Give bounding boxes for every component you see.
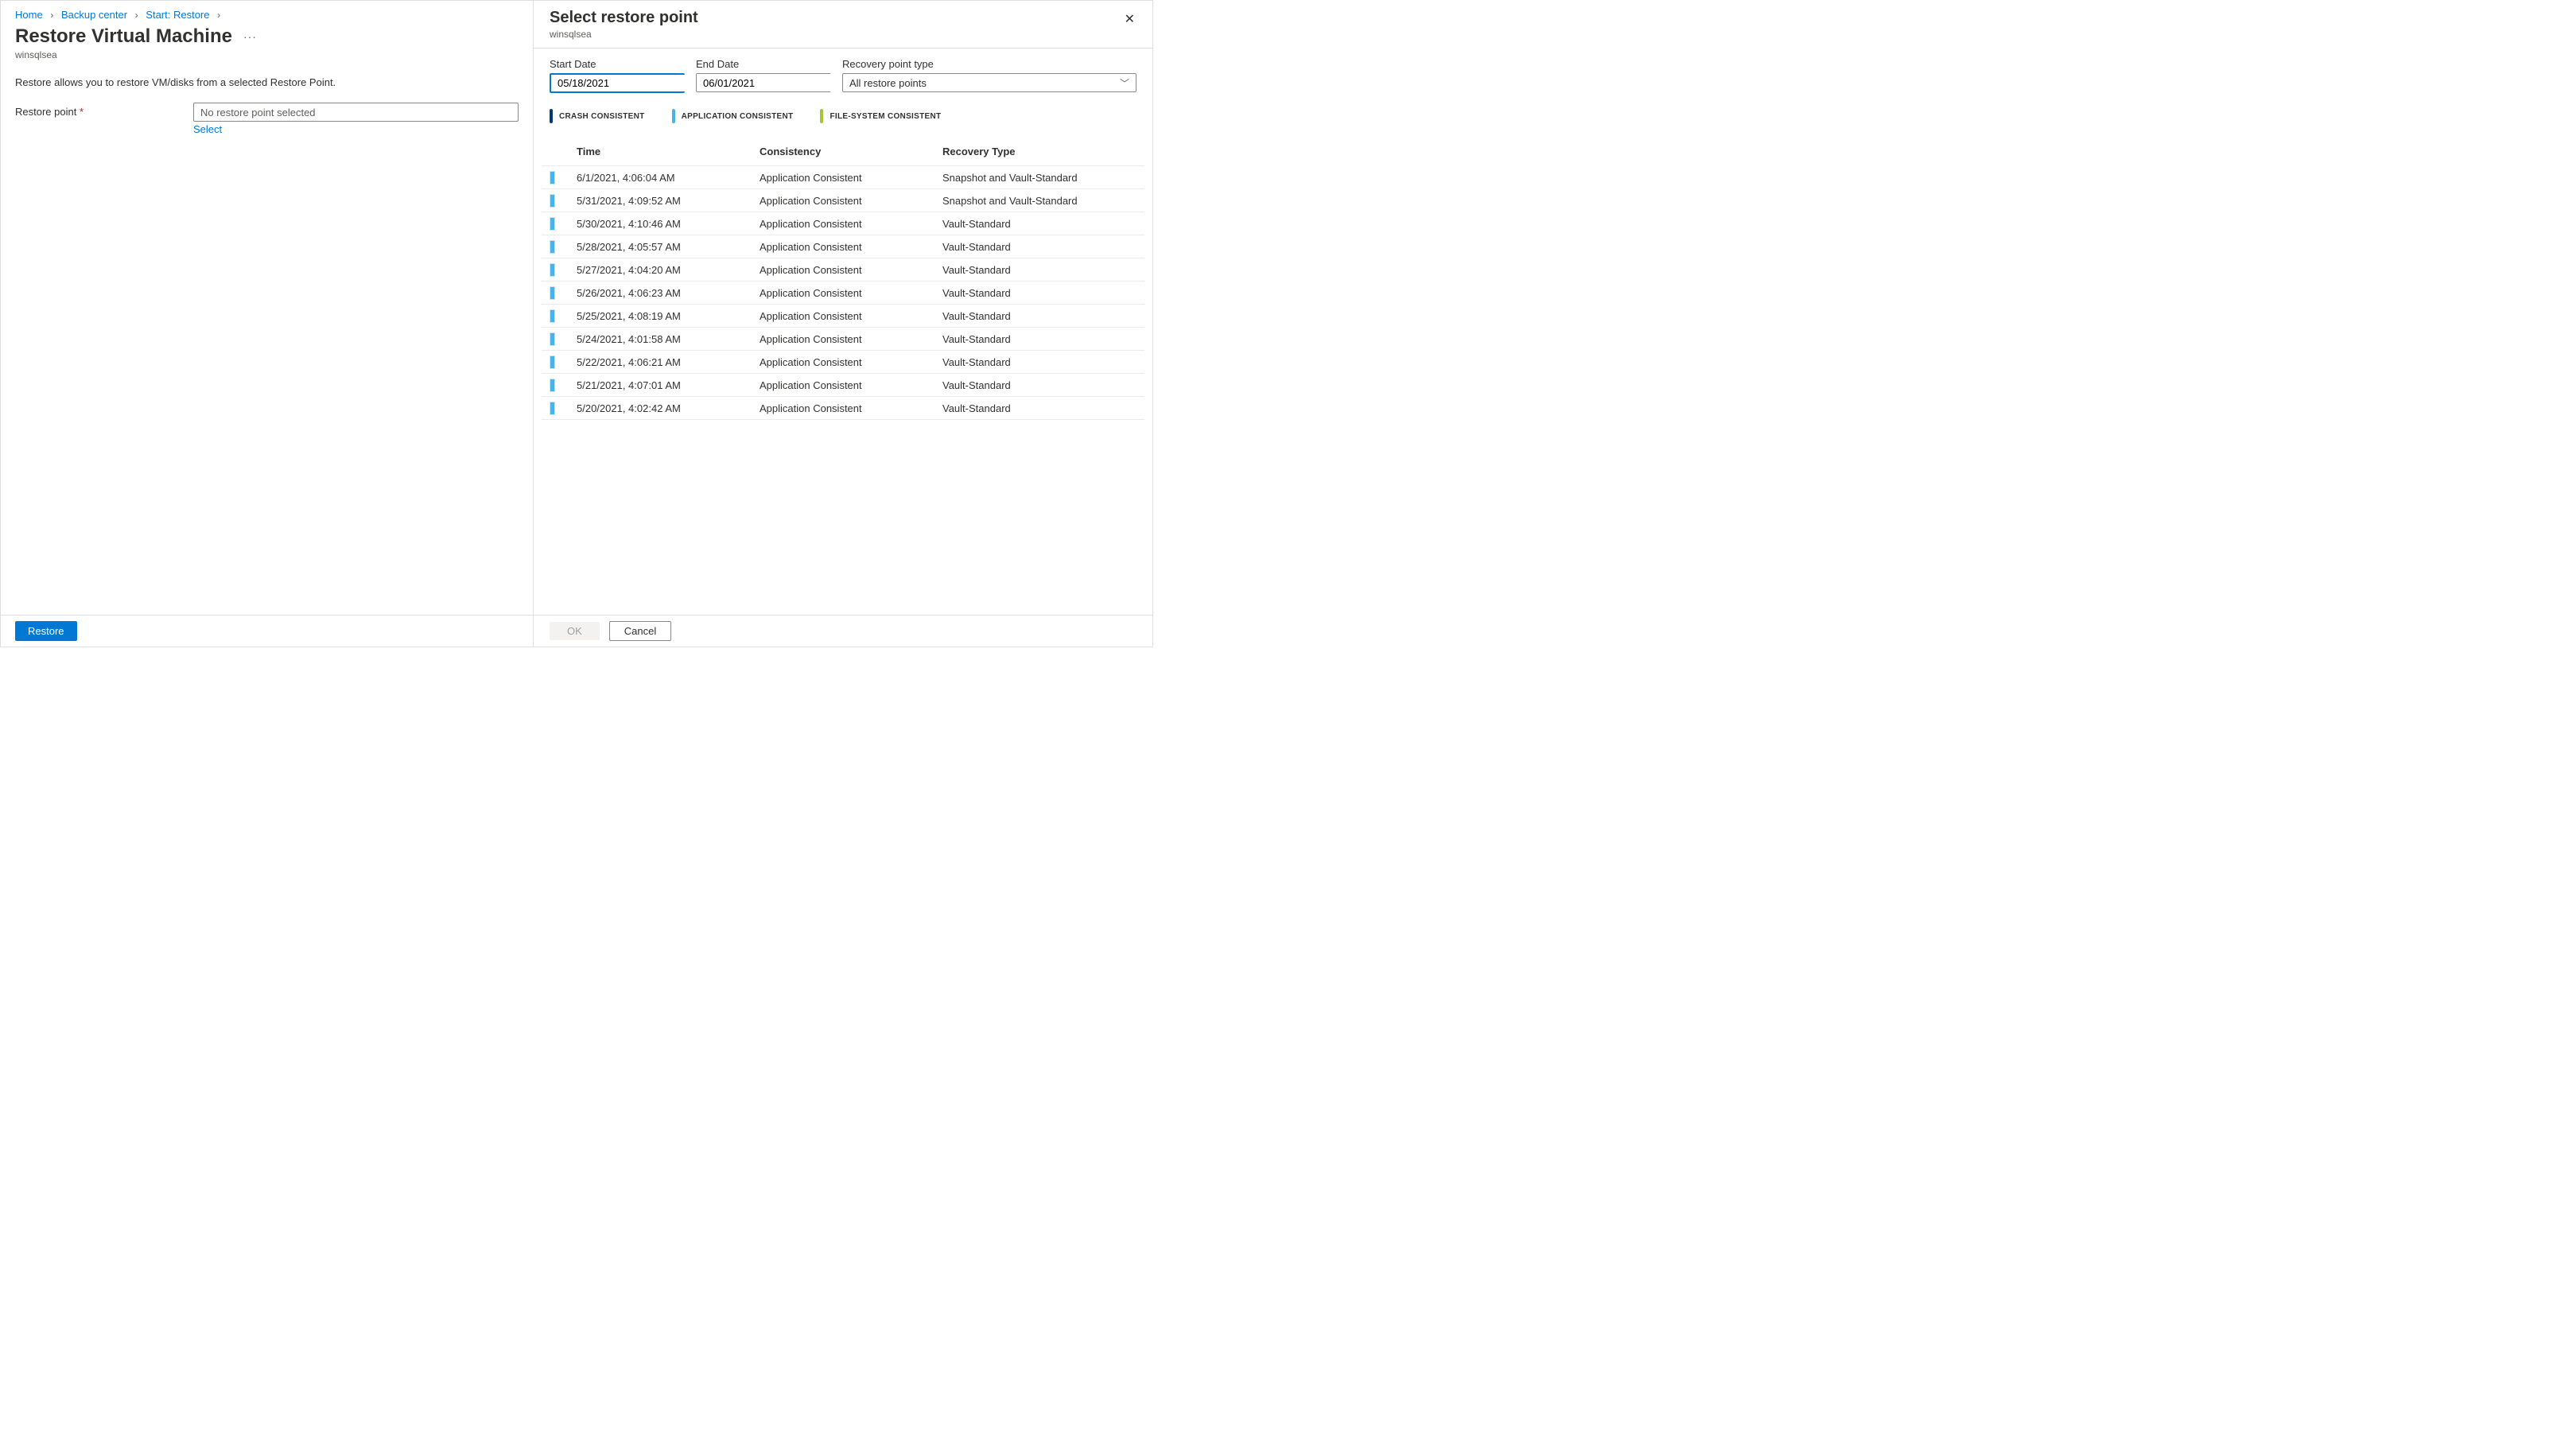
consistency-bar-icon [550,309,555,323]
cell-time: 5/31/2021, 4:09:52 AM [573,195,756,207]
cell-time: 5/30/2021, 4:10:46 AM [573,218,756,230]
restore-point-label: Restore point * [15,103,193,118]
chevron-right-icon: › [50,10,53,21]
chevron-right-icon: › [135,10,138,21]
consistency-bar-icon [550,355,555,369]
cell-recovery-type: Vault-Standard [939,218,1144,230]
select-restore-point-panel: Select restore point winsqlsea ✕ Start D… [534,1,1152,647]
cell-recovery-type: Vault-Standard [939,356,1144,368]
table-row[interactable]: 5/24/2021, 4:01:58 AMApplication Consist… [542,328,1144,351]
table-row[interactable]: 6/1/2021, 4:06:04 AMApplication Consiste… [542,166,1144,189]
cell-recovery-type: Snapshot and Vault-Standard [939,172,1144,184]
table-row[interactable]: 5/25/2021, 4:08:19 AMApplication Consist… [542,305,1144,328]
table-row[interactable]: 5/31/2021, 4:09:52 AMApplication Consist… [542,189,1144,212]
consistency-bar-icon [550,240,555,254]
cell-consistency: Application Consistent [756,241,939,253]
cell-time: 5/26/2021, 4:06:23 AM [573,287,756,299]
recovery-point-type-value: All restore points [849,77,927,89]
recovery-point-type-dropdown[interactable]: All restore points ﹀ [842,73,1136,92]
cell-recovery-type: Vault-Standard [939,287,1144,299]
table-row[interactable]: 5/28/2021, 4:05:57 AMApplication Consist… [542,235,1144,258]
cell-consistency: Application Consistent [756,310,939,322]
consistency-bar-icon [550,286,555,300]
cell-consistency: Application Consistent [756,333,939,345]
consistency-bar-icon [550,194,555,208]
table-row[interactable]: 5/30/2021, 4:10:46 AMApplication Consist… [542,212,1144,235]
consistency-bar-icon [550,217,555,231]
cell-consistency: Application Consistent [756,379,939,391]
ok-button: OK [550,622,600,640]
cell-consistency: Application Consistent [756,356,939,368]
col-consistency[interactable]: Consistency [756,146,939,157]
restore-points-table: Time Consistency Recovery Type 6/1/2021,… [542,138,1144,420]
cell-recovery-type: Vault-Standard [939,402,1144,414]
table-row[interactable]: 5/21/2021, 4:07:01 AMApplication Consist… [542,374,1144,397]
restore-vm-blade: Home › Backup center › Start: Restore › … [1,1,534,647]
cell-recovery-type: Vault-Standard [939,241,1144,253]
cell-time: 6/1/2021, 4:06:04 AM [573,172,756,184]
cell-recovery-type: Vault-Standard [939,379,1144,391]
consistency-bar-icon [550,332,555,346]
end-date-field[interactable] [697,74,849,91]
breadcrumb-backup-center[interactable]: Backup center [61,9,127,21]
consistency-bar-icon [550,263,555,277]
start-date-field[interactable] [551,75,704,91]
consistency-bar-icon [550,379,555,392]
cell-time: 5/24/2021, 4:01:58 AM [573,333,756,345]
close-icon[interactable]: ✕ [1121,10,1138,29]
restore-point-input[interactable] [193,103,519,122]
restore-button[interactable]: Restore [15,621,77,641]
page-title: Restore Virtual Machine [15,25,232,48]
table-row[interactable]: 5/27/2021, 4:04:20 AMApplication Consist… [542,258,1144,282]
consistency-bar-icon [550,171,555,184]
legend-crash-consistent: CRASH CONSISTENT [550,109,645,123]
page-description: Restore allows you to restore VM/disks f… [1,60,533,88]
cell-consistency: Application Consistent [756,402,939,414]
cell-recovery-type: Vault-Standard [939,333,1144,345]
legend-file-system-consistent: FILE-SYSTEM CONSISTENT [820,109,941,123]
breadcrumb-start-restore[interactable]: Start: Restore [146,9,209,21]
end-date-label: End Date [696,58,831,70]
cell-time: 5/25/2021, 4:08:19 AM [573,310,756,322]
col-time[interactable]: Time [573,146,756,157]
recovery-point-type-label: Recovery point type [842,58,1136,70]
chevron-right-icon: › [217,10,220,21]
cell-consistency: Application Consistent [756,287,939,299]
breadcrumb: Home › Backup center › Start: Restore › [1,1,533,25]
cell-consistency: Application Consistent [756,172,939,184]
cell-recovery-type: Vault-Standard [939,310,1144,322]
cell-time: 5/20/2021, 4:02:42 AM [573,402,756,414]
cell-recovery-type: Vault-Standard [939,264,1144,276]
cell-consistency: Application Consistent [756,264,939,276]
cell-time: 5/21/2021, 4:07:01 AM [573,379,756,391]
legend-application-consistent: APPLICATION CONSISTENT [672,109,794,123]
legend-bar-icon [550,109,553,123]
table-row[interactable]: 5/22/2021, 4:06:21 AMApplication Consist… [542,351,1144,374]
cancel-button[interactable]: Cancel [609,621,671,641]
consistency-legend: CRASH CONSISTENT APPLICATION CONSISTENT … [534,93,1152,123]
cell-consistency: Application Consistent [756,218,939,230]
legend-bar-icon [672,109,675,123]
table-row[interactable]: 5/20/2021, 4:02:42 AMApplication Consist… [542,397,1144,420]
panel-subtitle: winsqlsea [550,29,1136,40]
end-date-input[interactable]: 📅︎ [696,73,831,92]
select-restore-point-link[interactable]: Select [193,123,222,135]
cell-time: 5/27/2021, 4:04:20 AM [573,264,756,276]
table-row[interactable]: 5/26/2021, 4:06:23 AMApplication Consist… [542,282,1144,305]
panel-title: Select restore point [550,9,1136,27]
more-menu-icon[interactable]: ··· [243,30,257,43]
legend-bar-icon [820,109,823,123]
start-date-input[interactable]: 📅︎ [550,73,685,93]
chevron-down-icon: ﹀ [1120,76,1129,90]
cell-consistency: Application Consistent [756,195,939,207]
breadcrumb-home[interactable]: Home [15,9,43,21]
consistency-bar-icon [550,402,555,415]
cell-time: 5/28/2021, 4:05:57 AM [573,241,756,253]
cell-time: 5/22/2021, 4:06:21 AM [573,356,756,368]
page-subtitle: winsqlsea [1,48,533,60]
col-recovery-type[interactable]: Recovery Type [939,146,1144,157]
start-date-label: Start Date [550,58,685,70]
cell-recovery-type: Snapshot and Vault-Standard [939,195,1144,207]
